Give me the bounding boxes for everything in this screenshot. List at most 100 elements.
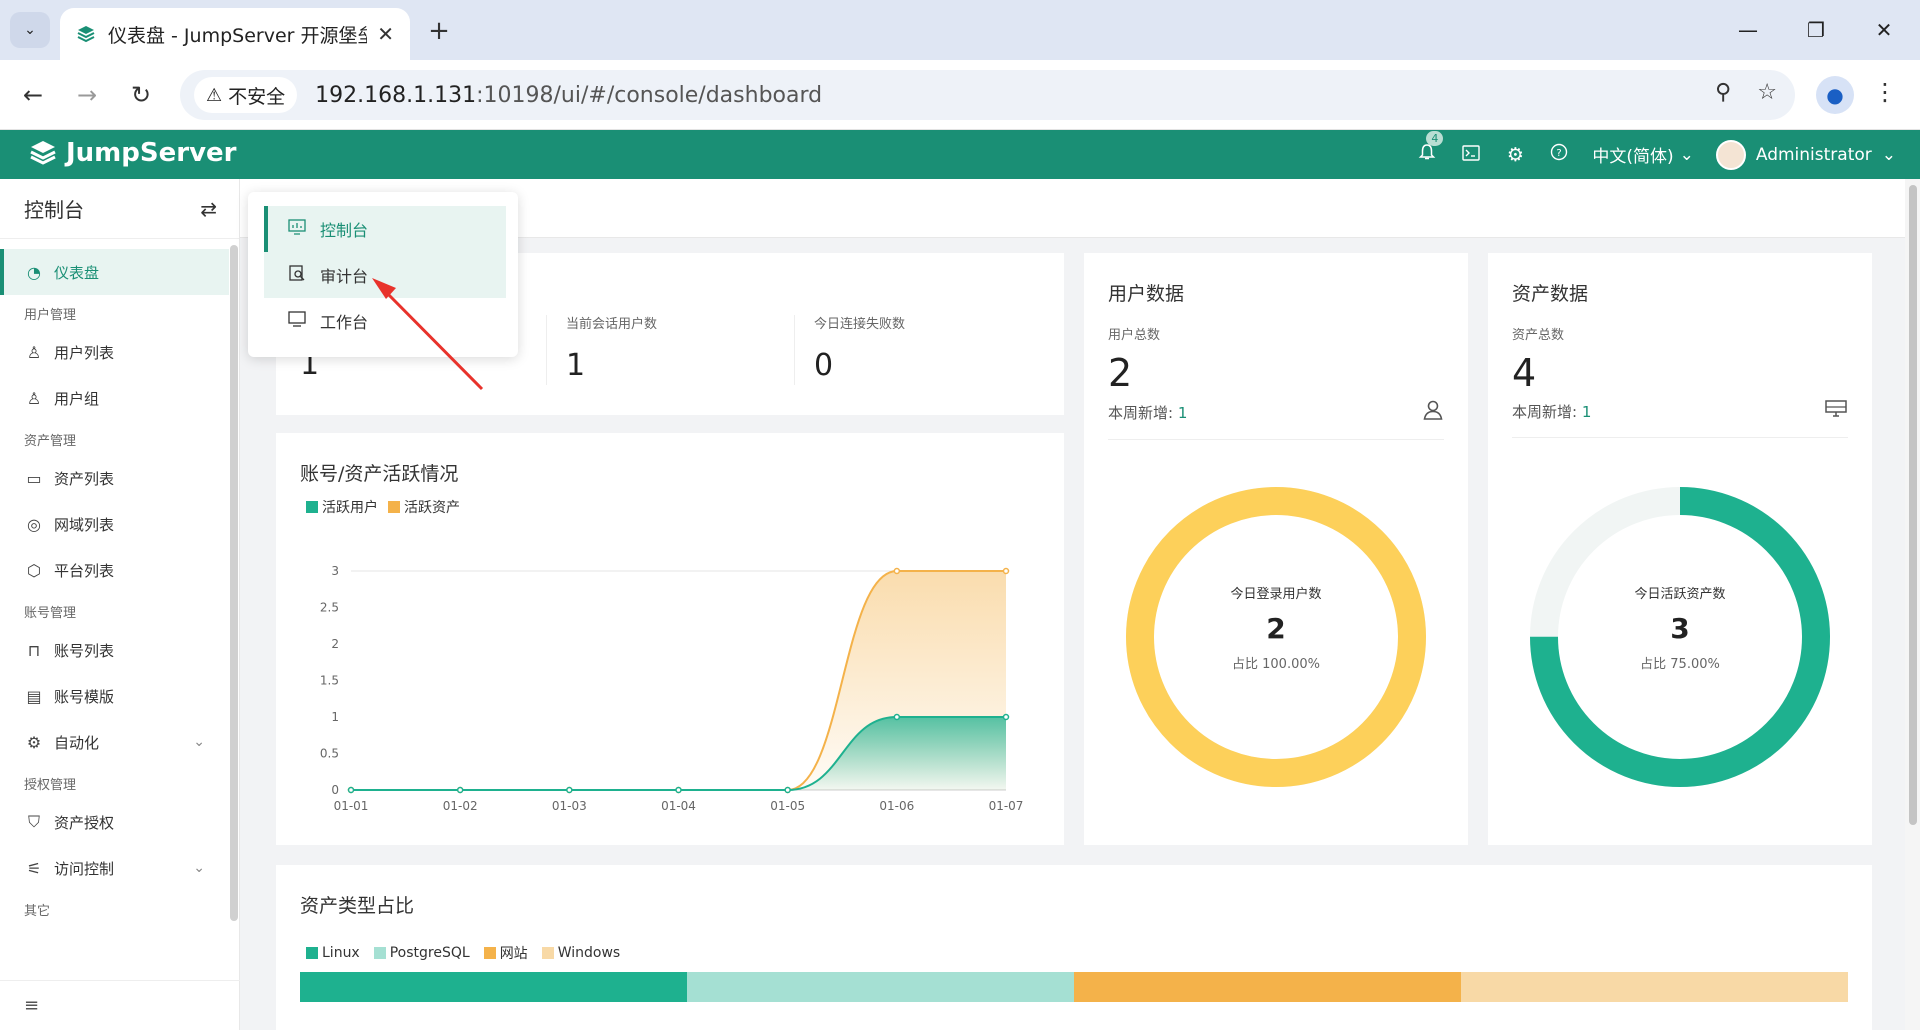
sidebar-header[interactable]: 控制台 ⇄	[0, 179, 239, 239]
template-icon: ▤	[26, 686, 42, 706]
svg-text:?: ?	[1557, 148, 1562, 159]
data-point[interactable]	[675, 786, 682, 794]
terminal-icon[interactable]	[1460, 144, 1482, 166]
data-point[interactable]	[1002, 713, 1010, 721]
chevron-down-icon: ⌄	[193, 860, 205, 876]
browser-menu-icon[interactable]: ⋮	[1870, 78, 1900, 106]
sidebar-item[interactable]: ▤ 账号模版	[0, 673, 239, 719]
new-tab-button[interactable]: +	[422, 14, 456, 48]
sidebar-item[interactable]: ⚙ 自动化 ⌄	[0, 719, 239, 765]
url-text[interactable]: 192.168.1.131:10198/ui/#/console/dashboa…	[315, 83, 822, 108]
asset-donut-label: 今日活跃资产数	[1634, 587, 1726, 602]
user-icon: ♙	[26, 342, 42, 362]
view-menu-item[interactable]: 审计台	[264, 252, 506, 298]
data-point[interactable]	[1002, 567, 1010, 575]
sidebar-item[interactable]: ◎ 网域列表	[0, 501, 239, 547]
security-indicator[interactable]: ⚠ 不安全	[194, 77, 298, 113]
settings-gear-icon[interactable]: ⚙	[1504, 144, 1526, 166]
x-tick-label: 01-05	[770, 799, 805, 813]
session-users-label: 当前会话用户数	[566, 317, 658, 332]
url-host: 192.168.1.131	[315, 82, 477, 108]
forward-button[interactable]: →	[70, 78, 104, 112]
help-icon[interactable]: ?	[1548, 143, 1570, 166]
tab-search-button[interactable]: ⌄	[10, 12, 50, 48]
reload-button[interactable]: ↻	[124, 78, 158, 112]
asset-weekly-label: 本周新增:	[1512, 402, 1578, 421]
close-window-button[interactable]: ✕	[1854, 10, 1914, 50]
language-label: 中文(简体)	[1592, 147, 1674, 167]
monitor-icon: ▭	[26, 468, 42, 488]
failed-connections-label: 今日连接失败数	[814, 317, 906, 332]
data-point[interactable]	[784, 786, 791, 794]
x-tick-label: 01-03	[552, 799, 587, 813]
user-donut-value: 2	[1266, 612, 1286, 645]
sidebar-item-label: 平台列表	[54, 561, 115, 580]
sidebar-group-label: 授权管理	[24, 778, 77, 793]
cube-icon: ⬡	[27, 560, 41, 580]
sidebar-group-label: 资产管理	[24, 434, 77, 449]
bell-icon[interactable]: 4	[1416, 131, 1444, 166]
view-menu-item[interactable]: 控制台	[264, 206, 506, 252]
asset-type-bar-segment[interactable]	[300, 972, 687, 1002]
asset-type-legend: Linux PostgreSQL 网站 Windows	[306, 943, 620, 963]
sidebar-item[interactable]: ⊓ 账号列表	[0, 627, 239, 673]
collapse-sidebar-icon[interactable]: ≡	[0, 980, 240, 1030]
x-tick-label: 01-01	[334, 799, 369, 813]
sidebar-item[interactable]: ⚟ 访问控制 ⌄	[0, 845, 239, 891]
switch-view-icon[interactable]: ⇄	[200, 197, 217, 221]
asset-type-legend-item[interactable]: PostgreSQL	[373, 945, 470, 961]
asset-type-legend-item[interactable]: Linux	[306, 945, 360, 961]
data-point[interactable]	[456, 786, 464, 794]
bookmark-star-icon[interactable]: ☆	[1757, 80, 1777, 105]
user-donut-ratio: 占比 100.00%	[1232, 657, 1320, 672]
data-point[interactable]	[566, 786, 573, 794]
brand-logo[interactable]: JumpServer	[28, 138, 236, 168]
failed-connections-value: 0	[814, 348, 834, 383]
browser-tab-active[interactable]: 仪表盘 - JumpServer 开源堡垒 ✕	[60, 8, 410, 60]
chevron-down-icon: ⌄	[193, 734, 205, 750]
view-menu-item-label: 控制台	[320, 221, 369, 240]
user-total-value: 2	[1108, 351, 1133, 395]
language-selector[interactable]: 中文(简体) ⌄	[1592, 142, 1694, 168]
asset-type-legend-item[interactable]: 网站	[483, 943, 528, 963]
sidebar-scrollbar[interactable]	[230, 245, 238, 921]
sidebar-group-label: 其它	[24, 904, 51, 919]
back-button[interactable]: ←	[16, 78, 50, 112]
asset-type-bar-segment[interactable]	[1074, 972, 1461, 1002]
sidebar-item[interactable]: ◔ 仪表盘	[0, 249, 229, 295]
page-scrollbar[interactable]	[1905, 179, 1920, 1030]
data-point[interactable]	[347, 786, 355, 794]
profile-icon[interactable]: ●	[1816, 76, 1854, 114]
warning-icon: ⚠	[206, 84, 223, 106]
data-point[interactable]	[893, 713, 901, 721]
x-tick-label: 01-02	[443, 799, 478, 813]
restore-button[interactable]: ❐	[1786, 10, 1846, 50]
asset-data-card: 资产数据 资产总数 4 本周新增: 1 今日活跃资产数 3 占比 75.00%	[1488, 253, 1872, 845]
sidebar-group-label: 账号管理	[24, 606, 77, 621]
zoom-icon[interactable]: ⚲	[1715, 80, 1731, 105]
asset-total-value: 4	[1512, 351, 1537, 395]
view-menu-item[interactable]: 工作台	[264, 298, 506, 344]
minimize-button[interactable]: —	[1718, 10, 1778, 50]
asset-type-legend-item[interactable]: Windows	[541, 945, 620, 961]
sidebar-item[interactable]: ▭ 资产列表	[0, 455, 239, 501]
sidebar-item[interactable]: ⛉ 资产授权	[0, 799, 239, 845]
view-menu-item-label: 审计台	[320, 267, 369, 286]
sidebar-item[interactable]: ⬡ 平台列表	[0, 547, 239, 593]
x-tick-label: 01-06	[879, 799, 914, 813]
app-header: JumpServer 4 ⚙ ? 中文(简体) ⌄ Administrator …	[0, 130, 1920, 179]
sidebar-item[interactable]: ♙ 用户组	[0, 375, 239, 421]
data-point[interactable]	[893, 567, 901, 575]
asset-type-bar-segment[interactable]	[687, 972, 1074, 1002]
x-tick-label: 01-07	[989, 799, 1024, 813]
browser-toolbar: ← → ↻ ⚠ 不安全 192.168.1.131:10198/ui/#/con…	[0, 60, 1920, 130]
address-bar[interactable]: ⚠ 不安全 192.168.1.131:10198/ui/#/console/d…	[180, 70, 1795, 120]
sidebar-item-label: 资产列表	[54, 469, 115, 488]
lock-icon: ⊓	[27, 640, 41, 660]
chevron-down-icon: ⌄	[24, 22, 36, 38]
sidebar-item[interactable]: ♙ 用户列表	[0, 329, 239, 375]
user-menu[interactable]: Administrator ⌄	[1715, 139, 1896, 170]
close-tab-icon[interactable]: ✕	[377, 22, 394, 46]
asset-type-bar-segment[interactable]	[1461, 972, 1848, 1002]
asset-data-title: 资产数据	[1512, 283, 1589, 305]
